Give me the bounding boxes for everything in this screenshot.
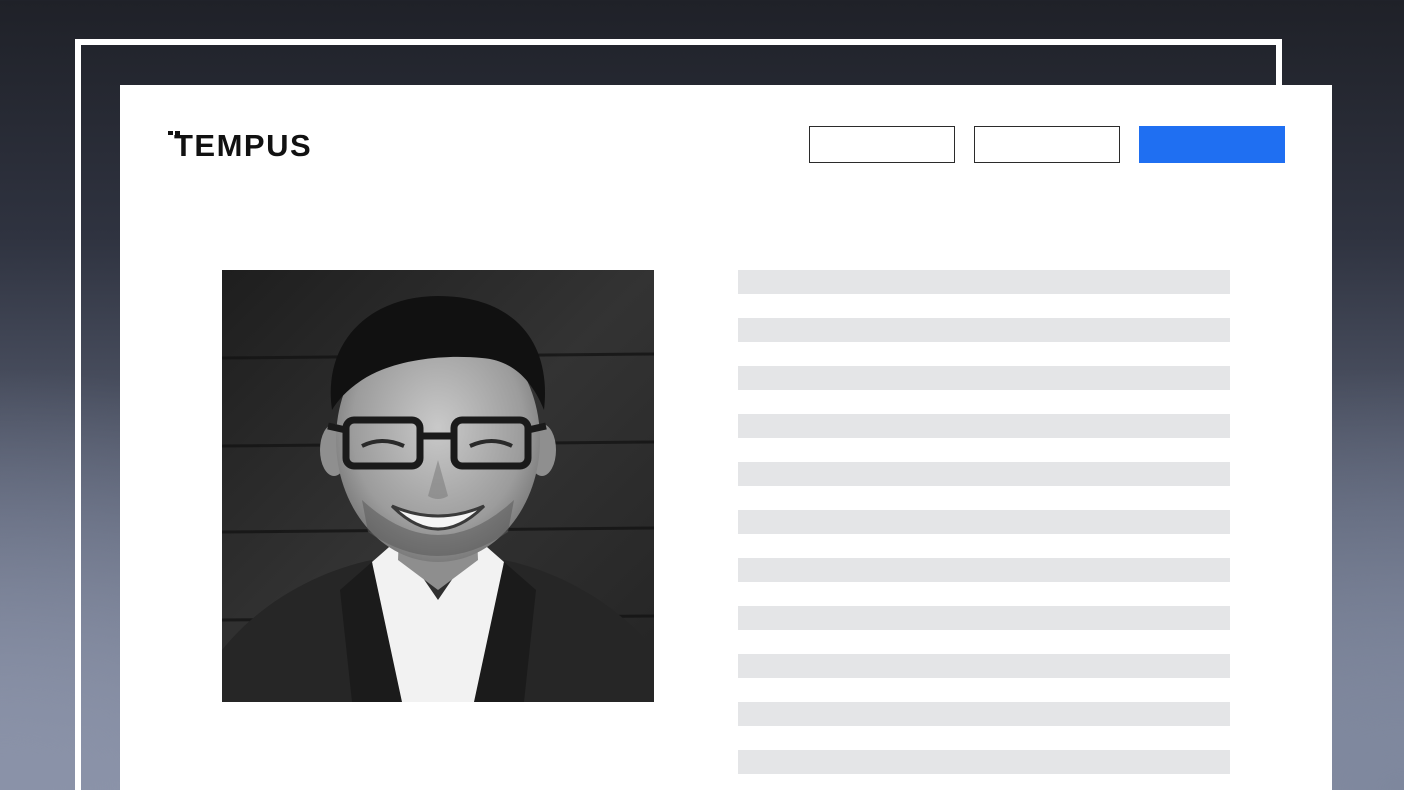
text-placeholder-line <box>738 462 1230 486</box>
profile-photo <box>222 270 654 702</box>
text-placeholder-line <box>738 654 1230 678</box>
text-placeholder-line <box>738 750 1230 774</box>
tempus-logo-wordmark: TEMPUS <box>168 128 312 161</box>
logo-text: TEMPUS <box>174 128 312 161</box>
text-placeholder-line <box>738 702 1230 726</box>
text-placeholder-line <box>738 606 1230 630</box>
text-placeholder-line <box>738 558 1230 582</box>
primary-cta-button[interactable] <box>1139 126 1285 163</box>
tempus-logo[interactable]: TEMPUS <box>168 127 338 161</box>
text-placeholder-line <box>738 270 1230 294</box>
bio-text-placeholder <box>738 270 1230 790</box>
text-placeholder-line <box>738 414 1230 438</box>
website-mockup-card: TEMPUS <box>120 85 1332 790</box>
nav-button-2[interactable] <box>974 126 1120 163</box>
nav-button-1[interactable] <box>809 126 955 163</box>
text-placeholder-line <box>738 510 1230 534</box>
text-placeholder-line <box>738 318 1230 342</box>
text-placeholder-line <box>738 366 1230 390</box>
person-portrait-image <box>222 270 654 702</box>
